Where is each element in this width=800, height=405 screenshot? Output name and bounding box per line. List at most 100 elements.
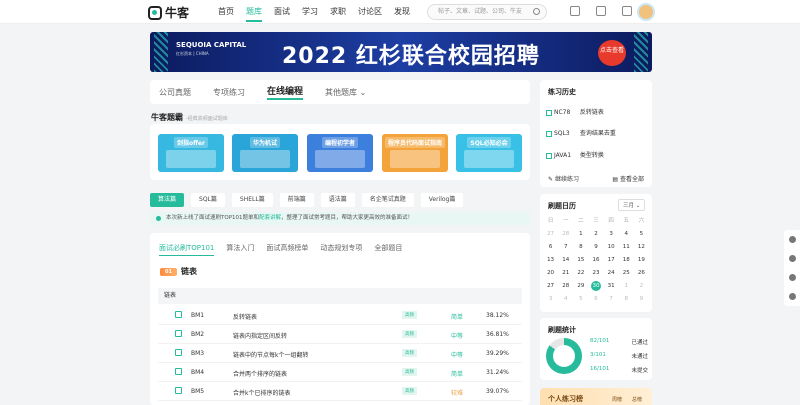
calendar-day[interactable]: 10 xyxy=(604,242,619,252)
table-row[interactable]: BM4 合并两个排序的链表 高频 简单 31.24% xyxy=(158,363,522,382)
tab-other[interactable]: 其他题库 ⌄ xyxy=(325,87,366,98)
logo[interactable]: 牛客 xyxy=(148,4,189,21)
calendar-day[interactable]: 7 xyxy=(558,242,573,252)
tab-online-coding[interactable]: 在线编程 xyxy=(267,84,304,100)
calendar-day[interactable]: 3 xyxy=(543,294,558,304)
calendar-day[interactable]: 14 xyxy=(558,255,573,265)
calendar-day[interactable]: 2 xyxy=(634,281,649,291)
table-row[interactable]: BM3 链表中的节点每k个一组翻转 高频 中等 39.29% xyxy=(158,344,522,363)
share-icon[interactable] xyxy=(788,236,796,243)
calendar-day[interactable]: 1 xyxy=(573,229,588,239)
calendar-day[interactable]: 2 xyxy=(588,229,603,239)
calendar-day[interactable]: 31 xyxy=(604,281,619,291)
calendar-day[interactable]: 8 xyxy=(573,242,588,252)
history-item[interactable]: NC78 反转链表 xyxy=(546,107,604,116)
chat-icon[interactable] xyxy=(788,274,796,281)
calendar-day[interactable]: 24 xyxy=(604,268,619,278)
calendar-day[interactable]: 18 xyxy=(619,255,634,265)
calendar-day[interactable]: 7 xyxy=(604,294,619,304)
banner-button[interactable]: 点击查看 xyxy=(598,40,626,66)
calendar-day[interactable]: 17 xyxy=(604,255,619,265)
tile-huawei[interactable]: 华为机试 xyxy=(232,134,298,172)
calendar-day[interactable]: 22 xyxy=(573,268,588,278)
calendar-day[interactable]: 13 xyxy=(543,255,558,265)
tile-beginner[interactable]: 编程初学者 xyxy=(307,134,373,172)
tab-weekly[interactable]: 周榜 xyxy=(612,396,622,403)
nav-discover[interactable]: 发现 xyxy=(388,0,416,24)
stat-label[interactable]: 已通过 xyxy=(631,338,648,346)
search-icon[interactable] xyxy=(533,8,540,15)
tab-high-freq[interactable]: 面试高频榜单 xyxy=(266,243,308,256)
calendar-day[interactable]: 19 xyxy=(634,255,649,265)
calendar-day[interactable]: 6 xyxy=(588,294,603,304)
calendar-day[interactable]: 20 xyxy=(543,268,558,278)
stat-label[interactable]: 未提交 xyxy=(631,366,648,374)
stat-label[interactable]: 未通过 xyxy=(631,352,648,360)
calendar-day[interactable]: 15 xyxy=(573,255,588,265)
search-input[interactable]: 帖子、文章、试题、公司、牛友 xyxy=(427,4,547,20)
tile-sql[interactable]: SQL必知必会 xyxy=(456,134,522,172)
month-select[interactable]: 三月 ⌄ xyxy=(618,199,646,211)
calendar-day[interactable]: 28 xyxy=(558,281,573,291)
feedback-icon[interactable] xyxy=(788,293,796,300)
calendar-day[interactable]: 6 xyxy=(543,242,558,252)
pill-sql[interactable]: SQL篇 xyxy=(191,193,225,207)
mail-icon[interactable] xyxy=(622,6,632,16)
tab-total[interactable]: 总榜 xyxy=(632,396,642,403)
tab-top101[interactable]: 面试必刷TOP101 xyxy=(159,243,215,256)
history-item[interactable]: JAVA1 类型转换 xyxy=(546,150,604,159)
calendar-day[interactable]: 9 xyxy=(634,294,649,304)
pill-syntax[interactable]: 语法篇 xyxy=(320,193,355,207)
calendar-day[interactable]: 5 xyxy=(573,294,588,304)
calendar-day[interactable]: 16 xyxy=(588,255,603,265)
nav-home[interactable]: 首页 xyxy=(212,0,240,24)
calendar-day[interactable]: 3 xyxy=(604,229,619,239)
tile-jianzhi-offer[interactable]: 剑指offer xyxy=(158,134,224,172)
problem-title[interactable]: 合并k个已排序的链表 xyxy=(233,388,290,397)
calendar-day[interactable]: 21 xyxy=(558,268,573,278)
message-icon[interactable] xyxy=(570,6,580,16)
tab-intro[interactable]: 算法入门 xyxy=(226,243,254,256)
tile-code-guide[interactable]: 程序员代码面试指南 xyxy=(382,134,448,172)
calendar-day[interactable]: 11 xyxy=(619,242,634,252)
calendar-day[interactable]: 25 xyxy=(619,268,634,278)
tab-dp[interactable]: 动态规划专项 xyxy=(320,243,362,256)
tab-all[interactable]: 全部题目 xyxy=(374,243,402,256)
problem-title[interactable]: 反转链表 xyxy=(233,312,257,321)
nav-discuss[interactable]: 讨论区 xyxy=(352,0,388,24)
calendar-day[interactable]: 9 xyxy=(588,242,603,252)
calendar-day[interactable]: 5 xyxy=(634,229,649,239)
calendar-day[interactable]: 4 xyxy=(619,229,634,239)
group-header[interactable]: 链表 xyxy=(158,288,522,304)
table-row[interactable]: BM1 反转链表 高频 简单 38.12% xyxy=(158,306,522,325)
calendar-day[interactable]: 28 xyxy=(558,229,573,239)
pill-company-tests[interactable]: 名企笔试真题 xyxy=(361,193,414,207)
calendar-day[interactable]: 12 xyxy=(634,242,649,252)
pill-verilog[interactable]: Verilog篇 xyxy=(420,193,464,207)
notice-link[interactable]: 配套讲解 xyxy=(259,215,281,221)
calendar-day[interactable]: 23 xyxy=(588,268,603,278)
problem-title[interactable]: 链表中的节点每k个一组翻转 xyxy=(233,350,308,359)
calendar-day[interactable]: 29 xyxy=(573,281,588,291)
bell-icon[interactable] xyxy=(788,255,796,262)
table-row[interactable]: BM5 合并k个已排序的链表 高频 较难 39.07% xyxy=(158,382,522,401)
pill-algorithm[interactable]: 算法篇 xyxy=(150,193,185,207)
calendar-day[interactable]: 4 xyxy=(558,294,573,304)
problem-title[interactable]: 合并两个排序的链表 xyxy=(233,369,287,378)
avatar[interactable] xyxy=(637,3,655,21)
table-row[interactable]: BM2 链表内指定区间反转 高频 中等 36.81% xyxy=(158,325,522,344)
history-item[interactable]: SQL3 查询结果去重 xyxy=(546,128,616,137)
tab-company[interactable]: 公司真题 xyxy=(159,87,191,98)
pill-shell[interactable]: SHELL篇 xyxy=(231,193,273,207)
continue-button[interactable]: ✎ 继续练习 xyxy=(548,174,579,183)
nav-question-bank[interactable]: 题库 xyxy=(240,0,268,24)
problem-title[interactable]: 链表内指定区间反转 xyxy=(233,331,287,340)
calendar-day[interactable]: 8 xyxy=(619,294,634,304)
bookmark-icon[interactable] xyxy=(596,6,606,16)
ad-banner[interactable]: SEQUOIA CAPITAL 红杉资本 | CHINA 2022 红杉联合校园招… xyxy=(150,32,652,72)
calendar-day[interactable]: 27 xyxy=(543,229,558,239)
nav-learn[interactable]: 学习 xyxy=(296,0,324,24)
ranking-card[interactable]: 个人练习榜 周榜 总榜 xyxy=(540,388,652,405)
tab-special[interactable]: 专项练习 xyxy=(213,87,245,98)
calendar-day[interactable]: 26 xyxy=(634,268,649,278)
